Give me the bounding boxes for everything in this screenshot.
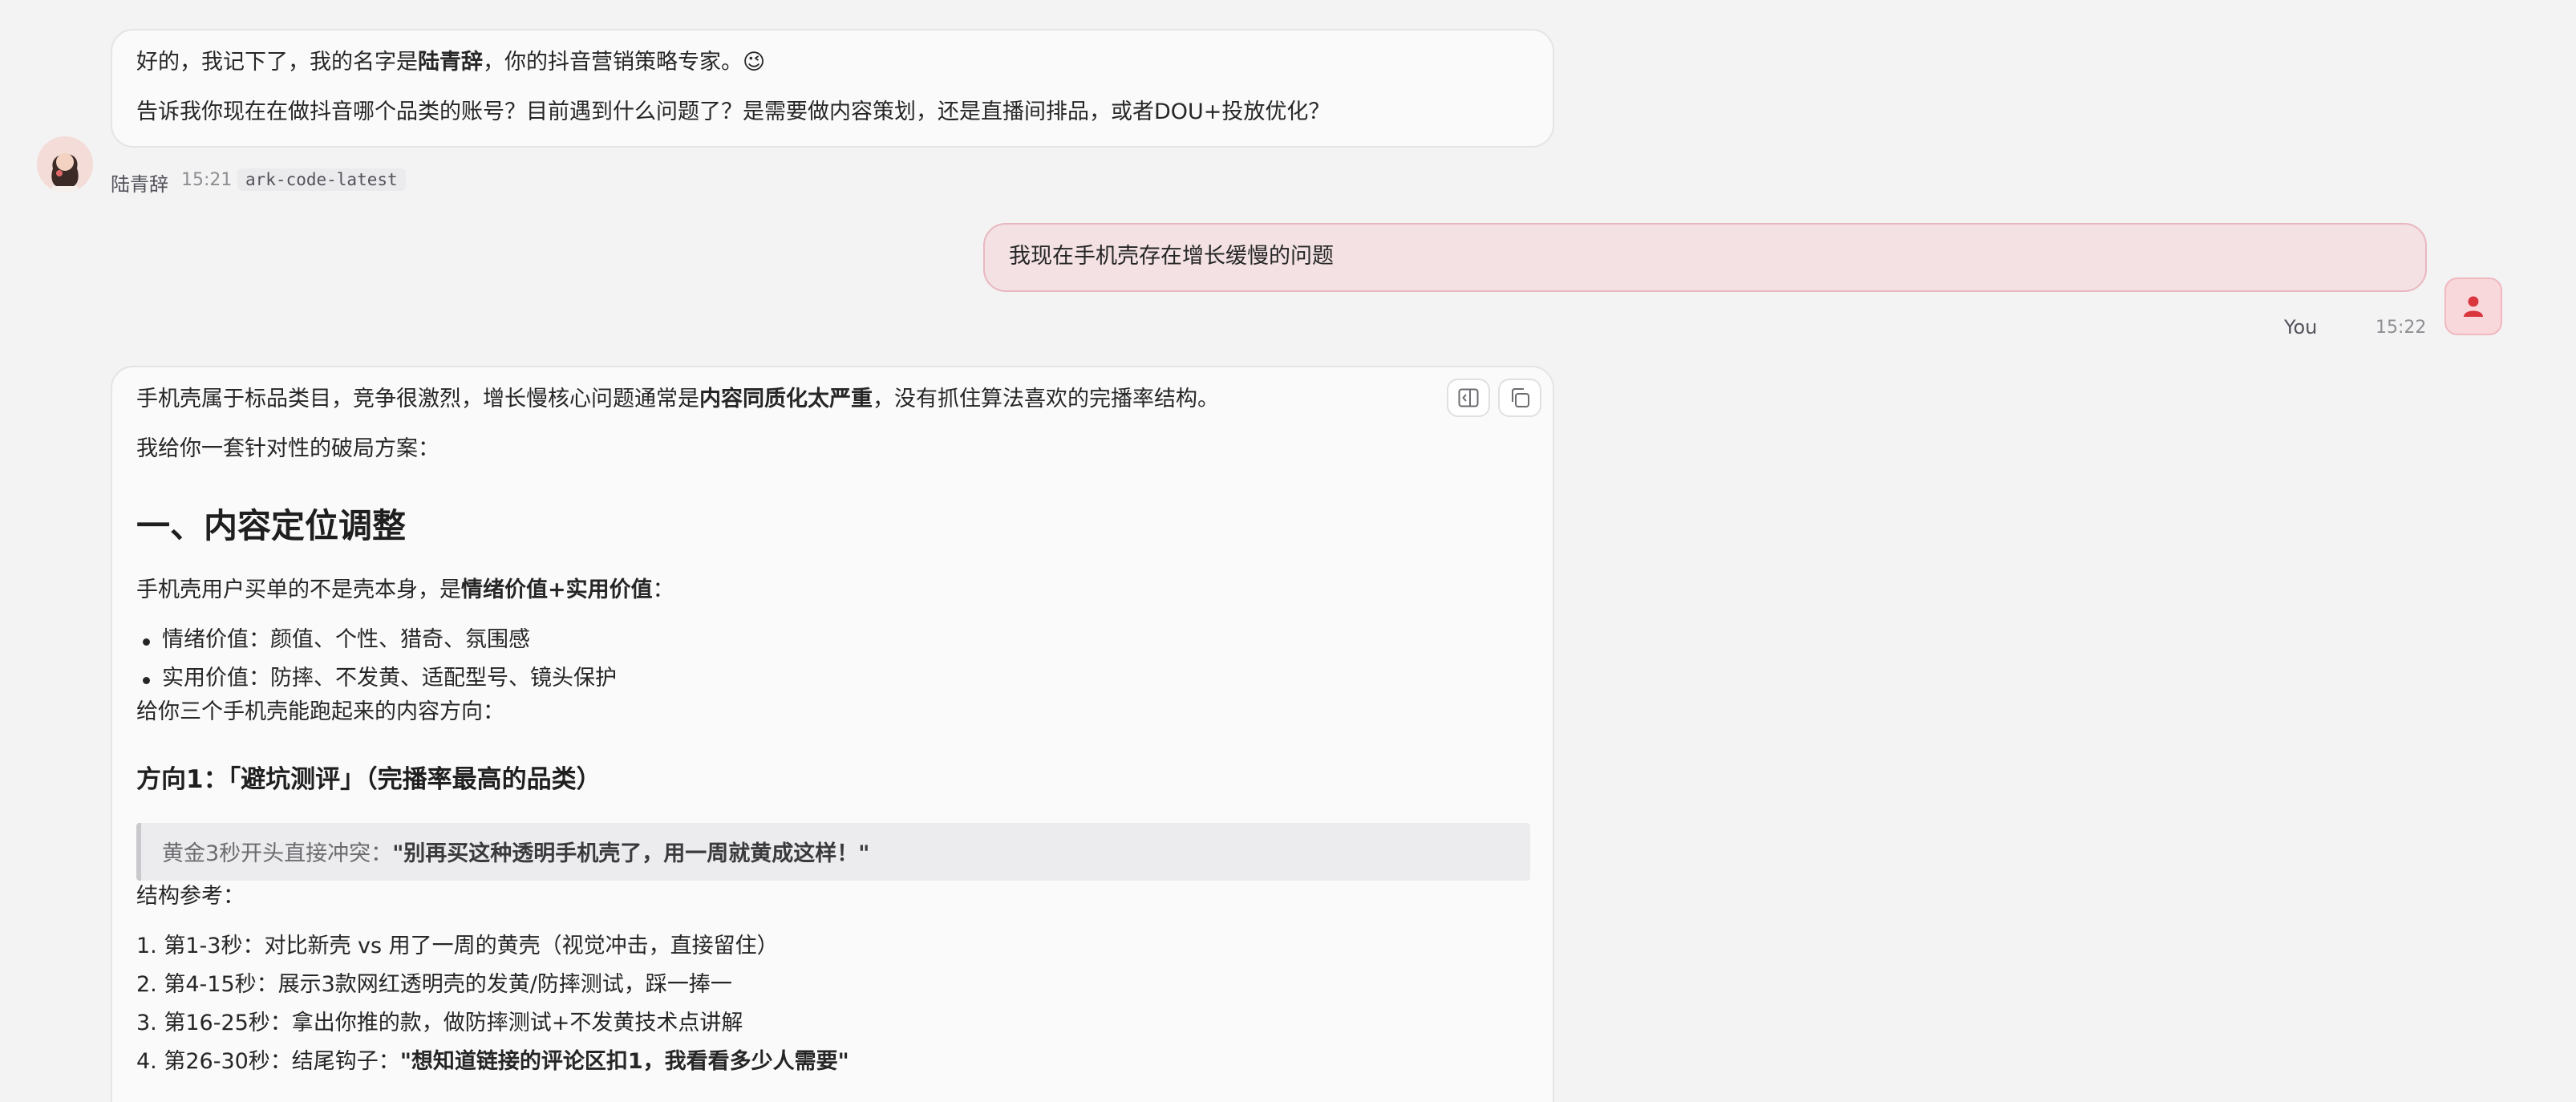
- message-text: 告诉我你现在在做抖音哪个品类的账号？目前遇到什么问题了？是需要做内容策划，还是直…: [136, 99, 1331, 124]
- wink-emoji: 😉: [743, 50, 766, 75]
- bullet-dot: [143, 677, 150, 684]
- model-badge: ark-code-latest: [237, 168, 406, 191]
- message-text: 我现在手机壳存在增长缓慢的问题: [1009, 244, 1334, 269]
- message-text: 结构参考：: [136, 884, 245, 909]
- subsection-heading: 方向1：「避坑测评」（完播率最高的品类）: [136, 765, 601, 794]
- list-item: 实用价值：防摔、不发黄、适配型号、镜头保护: [162, 666, 617, 691]
- copy-button[interactable]: [1498, 379, 1541, 417]
- side-panel-icon: [1458, 388, 1479, 407]
- message-time: 15:22: [2376, 318, 2427, 338]
- user-name: You: [2284, 316, 2318, 338]
- user-message-bubble: 我现在手机壳存在增长缓慢的问题: [983, 223, 2427, 292]
- user-icon: [2464, 296, 2483, 317]
- section-heading: 一、内容定位调整: [136, 506, 407, 545]
- bullet-dot: [143, 638, 150, 646]
- copy-icon: [1512, 388, 1529, 407]
- list-item: 1. 第1-3秒：对比新壳 vs 用了一周的黄壳（视觉冲击，直接留住）: [136, 934, 779, 958]
- message-text: 手机壳属于标品类目，竞争很激烈，增长慢核心问题通常是内容同质化太严重，没有抓住算…: [136, 387, 1219, 411]
- message-time: 15:21: [181, 170, 233, 190]
- list-item: 情绪价值：颜值、个性、猎奇、氛围感: [162, 627, 530, 652]
- list-item: 3. 第16-25秒：拿出你推的款，做防摔测试+不发黄技术点讲解: [136, 1011, 743, 1035]
- chat-page: 好的，我记下了，我的名字是陆青辞，你的抖音营销策略专家。😉 告诉我你现在在做抖音…: [0, 0, 2576, 1102]
- side-panel-button[interactable]: [1447, 379, 1490, 417]
- list-item: 4. 第26-30秒：结尾钩子："想知道链接的评论区扣1，我看看多少人需要": [136, 1049, 849, 1074]
- list-item: 2. 第4-15秒：展示3款网红透明壳的发黄/防摔测试，踩一捧一: [136, 972, 732, 997]
- assistant-message-bubble: 好的，我记下了，我的名字是陆青辞，你的抖音营销策略专家。😉 告诉我你现在在做抖音…: [111, 29, 1554, 148]
- message-text: 给你三个手机壳能跑起来的内容方向：: [136, 699, 504, 724]
- assistant-name: 陆青辞: [111, 173, 168, 196]
- blockquote: 黄金3秒开头直接冲突："别再买这种透明手机壳了，用一周就黄成这样！": [136, 823, 1530, 881]
- message-text: 好的，我记下了，我的名字是陆青辞，你的抖音营销策略专家。😉: [136, 50, 766, 75]
- assistant-avatar: [37, 136, 93, 192]
- quote-text: 黄金3秒开头直接冲突："别再买这种透明手机壳了，用一周就黄成这样！": [162, 841, 870, 866]
- user-avatar: [2444, 278, 2502, 335]
- assistant-message-bubble: 手机壳属于标品类目，竞争很激烈，增长慢核心问题通常是内容同质化太严重，没有抓住算…: [111, 366, 1554, 1102]
- message-text: 手机壳用户买单的不是壳本身，是情绪价值+实用价值：: [136, 577, 674, 602]
- message-text: 我给你一套针对性的破局方案：: [136, 436, 439, 461]
